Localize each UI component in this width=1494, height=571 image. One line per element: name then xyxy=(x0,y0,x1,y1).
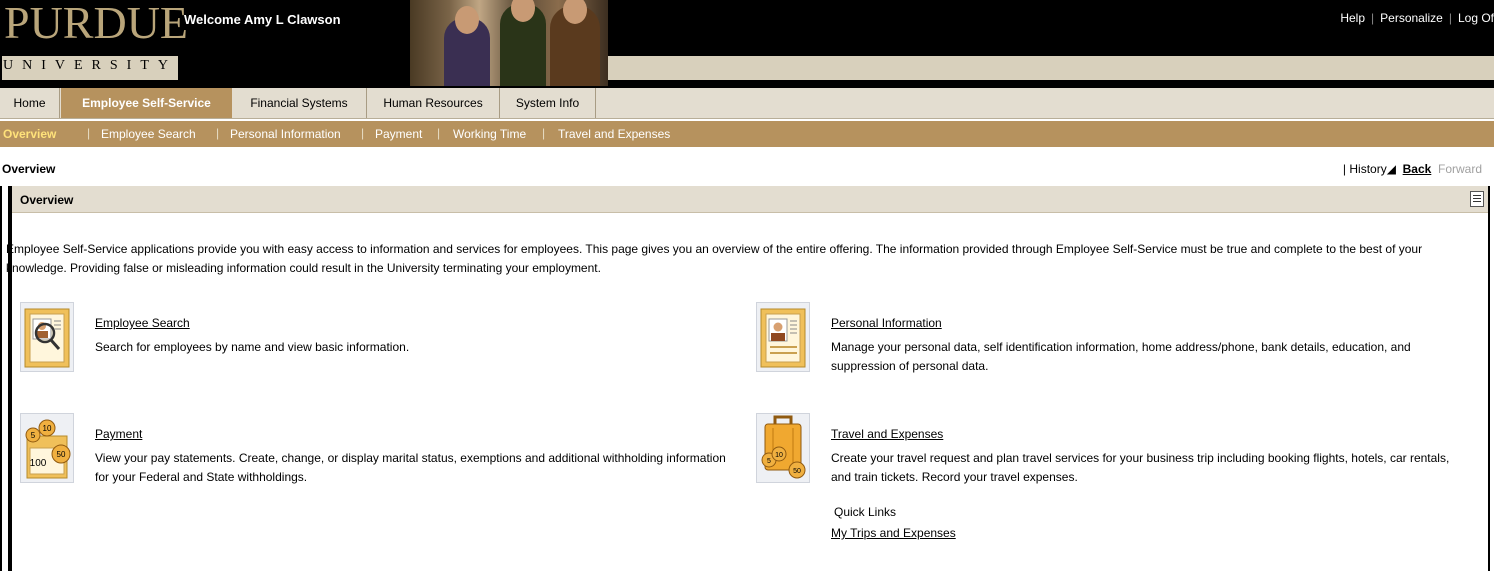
suitcase-icon[interactable]: 5 10 50 xyxy=(756,413,810,483)
subtab-overview[interactable]: Overview xyxy=(3,127,56,141)
personal-information-link[interactable]: Personal Information xyxy=(831,316,942,330)
tab-financial-systems[interactable]: Financial Systems xyxy=(232,88,367,118)
secondary-nav: Overview | Employee Search | Personal In… xyxy=(0,121,1494,147)
payment-description: View your pay statements. Create, change… xyxy=(95,451,726,484)
page-title-bar: Overview | History◢ Back Forward xyxy=(0,156,1494,182)
tab-system-info[interactable]: System Info xyxy=(500,88,596,118)
employee-search-icon[interactable] xyxy=(20,302,74,372)
help-link[interactable]: Help xyxy=(1340,11,1365,25)
forward-link: Forward xyxy=(1437,162,1482,176)
frame-right-edge xyxy=(1488,186,1490,571)
personalize-link[interactable]: Personalize xyxy=(1380,11,1443,25)
my-trips-link[interactable]: My Trips and Expenses xyxy=(831,526,956,540)
coin-50-label: 50 xyxy=(57,450,66,459)
personal-information-description: Manage your personal data, self identifi… xyxy=(831,340,1411,373)
travel-description: Create your travel request and plan trav… xyxy=(831,451,1450,484)
header-sub-bar xyxy=(608,56,1494,80)
personal-info-icon[interactable] xyxy=(756,302,810,372)
banknote-100-label: 100 xyxy=(30,458,47,469)
employee-search-link[interactable]: Employee Search xyxy=(95,316,190,330)
intro-text: Employee Self-Service applications provi… xyxy=(6,242,1423,275)
page-title: Overview xyxy=(2,162,56,176)
tab-human-resources[interactable]: Human Resources xyxy=(367,88,500,118)
subtab-travel-and-expenses[interactable]: Travel and Expenses xyxy=(558,127,670,141)
history-nav: | History◢ Back Forward xyxy=(1342,162,1482,176)
tab-home[interactable]: Home xyxy=(0,88,60,118)
travel-and-expenses-link[interactable]: Travel and Expenses xyxy=(831,427,943,441)
travel-coin-5-label: 5 xyxy=(767,458,771,465)
payment-coins-icon[interactable]: 5 10 50 100 xyxy=(20,413,74,483)
coin-5-label: 5 xyxy=(31,431,36,440)
tab-employee-self-service[interactable]: Employee Self-Service xyxy=(61,88,232,118)
travel-coin-50-label: 50 xyxy=(793,468,801,475)
history-dropdown[interactable]: History◢ xyxy=(1349,162,1396,176)
frame-left-edge xyxy=(0,186,2,571)
travel-coin-10-label: 10 xyxy=(775,452,783,459)
payment-link[interactable]: Payment xyxy=(95,427,142,441)
back-link[interactable]: Back xyxy=(1403,162,1432,176)
panel-menu-icon[interactable] xyxy=(1470,191,1484,207)
quick-links-label: Quick Links xyxy=(834,505,897,519)
top-links: Help | Personalize | Log Of xyxy=(1340,11,1494,25)
employee-search-description: Search for employees by name and view ba… xyxy=(95,340,410,354)
university-wordmark: UNIVERSITY xyxy=(3,58,177,73)
purdue-logo: PURDUE xyxy=(4,0,189,48)
primary-nav: Home Employee Self-Service Financial Sys… xyxy=(0,88,1494,119)
coin-10-label: 10 xyxy=(43,424,52,433)
subtab-payment[interactable]: Payment xyxy=(375,127,422,141)
header-photo xyxy=(410,0,608,86)
logoff-link[interactable]: Log Of xyxy=(1458,11,1494,25)
subtab-employee-search[interactable]: Employee Search xyxy=(101,127,196,141)
welcome-text: Welcome Amy L Clawson xyxy=(184,12,341,27)
panel-title: Overview xyxy=(20,193,74,207)
panel-header: Overview xyxy=(12,186,1488,213)
logo-sub-band: UNIVERSITY xyxy=(2,56,178,80)
subtab-working-time[interactable]: Working Time xyxy=(453,127,526,141)
subtab-personal-information[interactable]: Personal Information xyxy=(230,127,341,141)
